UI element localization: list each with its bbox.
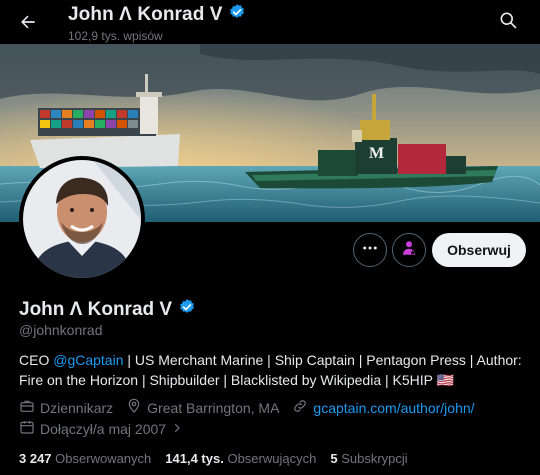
location-pin-icon bbox=[126, 398, 142, 417]
search-icon[interactable] bbox=[498, 10, 520, 32]
followers-stat[interactable]: 141,4 tys. Obserwujących bbox=[165, 451, 316, 466]
page-title: John Λ Konrad V bbox=[68, 3, 223, 25]
svg-text:M: M bbox=[369, 145, 384, 162]
top-bar: John Λ Konrad V 102,9 tys. wpisów bbox=[0, 0, 540, 44]
more-horizontal-icon bbox=[361, 239, 379, 262]
arrow-left-icon[interactable] bbox=[15, 9, 41, 35]
subscriptions-count: 5 bbox=[330, 451, 338, 466]
chevron-right-icon bbox=[171, 421, 183, 437]
briefcase-icon bbox=[19, 398, 35, 417]
follow-button[interactable]: Obserwuj bbox=[432, 233, 526, 267]
profile-meta: Dziennikarz Great Barrington, MA gcaptai… bbox=[19, 398, 488, 417]
profile-name-row: John Λ Konrad V bbox=[19, 298, 196, 321]
location-text: Great Barrington, MA bbox=[147, 399, 280, 416]
following-stat[interactable]: 3 247 Obserwowanych bbox=[19, 451, 151, 466]
calendar-icon bbox=[19, 419, 35, 438]
header-title-block: John Λ Konrad V 102,9 tys. wpisów bbox=[68, 3, 246, 43]
verified-badge-icon[interactable] bbox=[178, 298, 196, 321]
profile-bio: CEO @gCaptain | US Merchant Marine | Shi… bbox=[19, 350, 524, 390]
joined-item[interactable]: Dołączył/a maj 2007 bbox=[19, 419, 183, 438]
location-item: Great Barrington, MA bbox=[126, 398, 279, 417]
avatar[interactable] bbox=[19, 156, 145, 282]
bio-mention-link[interactable]: @gCaptain bbox=[53, 352, 123, 368]
post-count: 102,9 tys. wpisów bbox=[68, 29, 163, 43]
joined-text: Dołączył/a maj 2007 bbox=[40, 420, 167, 437]
following-count: 3 247 bbox=[19, 451, 52, 466]
following-label: Obserwowanych bbox=[55, 451, 152, 466]
subscriptions-label: Subskrypcji bbox=[341, 451, 408, 466]
bio-prefix: CEO bbox=[19, 352, 54, 368]
subscribe-button[interactable] bbox=[392, 233, 426, 267]
website-item[interactable]: gcaptain.com/author/john/ bbox=[292, 398, 475, 417]
link-icon bbox=[292, 398, 308, 417]
profile-name: John Λ Konrad V bbox=[19, 298, 173, 320]
profile-handle: @johnkonrad bbox=[19, 322, 103, 338]
website-link[interactable]: gcaptain.com/author/john/ bbox=[313, 400, 474, 416]
subscriptions-stat[interactable]: 5 Subskrypcji bbox=[330, 451, 407, 466]
followers-count: 141,4 tys. bbox=[165, 451, 224, 466]
profile-stats: 3 247 Obserwowanych 141,4 tys. Obserwują… bbox=[19, 451, 408, 466]
profile-page: John Λ Konrad V 102,9 tys. wpisów M Obse… bbox=[0, 0, 540, 475]
job-item: Dziennikarz bbox=[19, 398, 113, 417]
verified-badge-icon bbox=[228, 3, 246, 26]
subscribe-person-icon bbox=[400, 239, 418, 262]
followers-label: Obserwujących bbox=[227, 451, 317, 466]
job-text: Dziennikarz bbox=[40, 399, 114, 416]
more-options-button[interactable] bbox=[353, 233, 387, 267]
profile-meta-joined: Dołączył/a maj 2007 bbox=[19, 419, 196, 438]
